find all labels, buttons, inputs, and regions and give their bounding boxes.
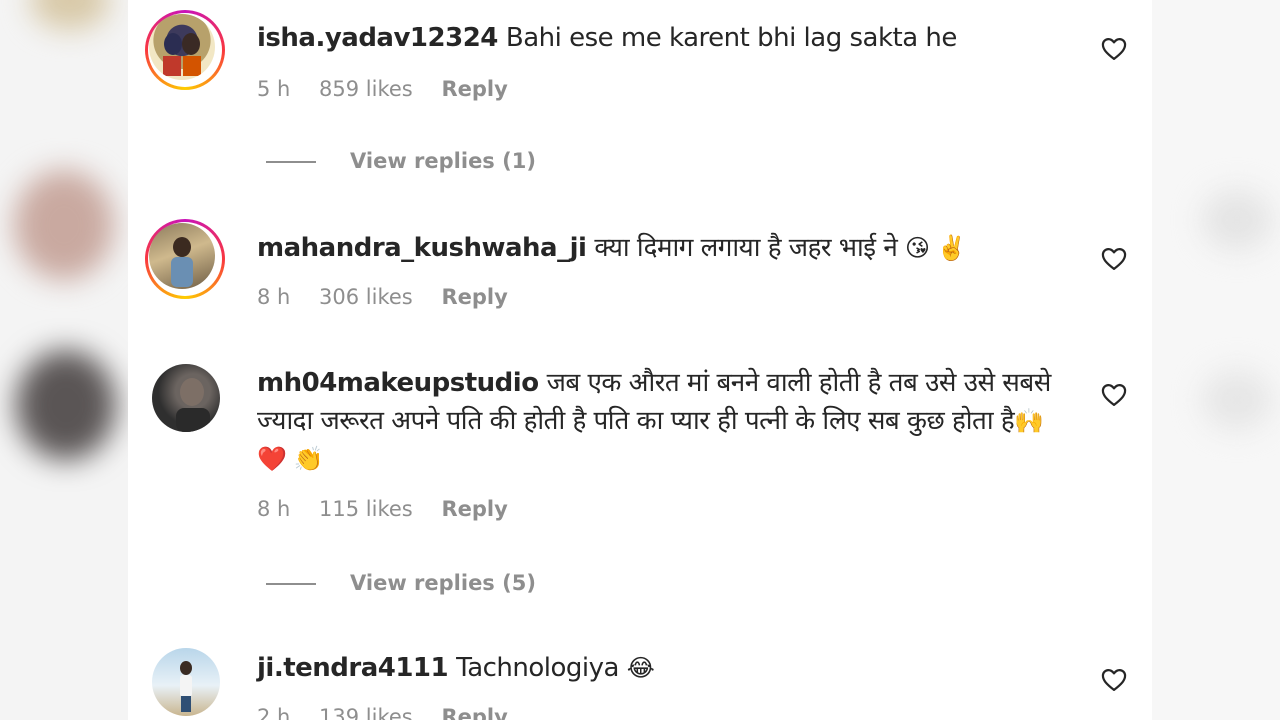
comment-time: 5 h <box>257 77 291 101</box>
blurred-left-backdrop <box>0 0 128 720</box>
comment-meta: 8 h 115 likes Reply <box>257 497 530 521</box>
avatar-image <box>163 33 201 76</box>
comment-username[interactable]: ji.tendra4111 <box>257 653 449 683</box>
view-replies-button[interactable]: View replies (1) <box>266 149 536 173</box>
reply-button[interactable]: Reply <box>441 497 507 521</box>
avatar[interactable] <box>145 219 225 299</box>
comment-likes[interactable]: 139 likes <box>319 705 413 720</box>
comment-meta: 8 h 306 likes Reply <box>257 285 530 309</box>
comment-username[interactable]: isha.yadav12324 <box>257 23 498 53</box>
comment-username[interactable]: mahandra_kushwaha_ji <box>257 233 587 263</box>
comment-time: 8 h <box>257 285 291 309</box>
reply-button[interactable]: Reply <box>441 77 507 101</box>
reply-button[interactable]: Reply <box>441 705 507 720</box>
view-replies-label: View replies (1) <box>350 149 536 173</box>
comment-emojis: 😘 ✌️ <box>905 234 967 262</box>
comments-screen: isha.yadav12324 Bahi ese me karent bhi la… <box>0 0 1280 720</box>
comment-likes[interactable]: 115 likes <box>319 497 413 521</box>
replies-divider <box>266 583 316 585</box>
replies-divider <box>266 161 316 163</box>
comment-text: Bahi ese me karent bhi lag sakta he <box>505 23 958 53</box>
heart-outline-icon[interactable] <box>1100 35 1128 63</box>
comment-meta: 2 h 139 likes Reply <box>257 705 530 720</box>
avatar[interactable] <box>152 364 220 432</box>
avatar[interactable] <box>145 10 225 90</box>
comment-text: क्या दिमाग लगाया है जहर भाई ने <box>594 233 898 263</box>
comment-time: 2 h <box>257 705 291 720</box>
avatar[interactable] <box>152 648 220 716</box>
comment-meta: 5 h 859 likes Reply <box>257 77 530 101</box>
comment-emojis: 😂 <box>626 654 655 682</box>
avatar-image <box>176 378 210 432</box>
comment-text: Tachnologiya <box>456 653 619 683</box>
comment-time: 8 h <box>257 497 291 521</box>
avatar-image <box>180 661 192 712</box>
heart-outline-icon[interactable] <box>1100 666 1128 694</box>
comments-panel: isha.yadav12324 Bahi ese me karent bhi la… <box>128 0 1152 720</box>
avatar-image <box>171 237 193 287</box>
heart-outline-icon[interactable] <box>1100 245 1128 273</box>
comment-likes[interactable]: 306 likes <box>319 285 413 309</box>
comment-username[interactable]: mh04makeupstudio <box>257 368 539 398</box>
view-replies-label: View replies (5) <box>350 571 536 595</box>
blurred-right-backdrop <box>1152 0 1280 720</box>
reply-button[interactable]: Reply <box>441 285 507 309</box>
comment-likes[interactable]: 859 likes <box>319 77 413 101</box>
heart-outline-icon[interactable] <box>1100 381 1128 409</box>
view-replies-button[interactable]: View replies (5) <box>266 571 536 595</box>
